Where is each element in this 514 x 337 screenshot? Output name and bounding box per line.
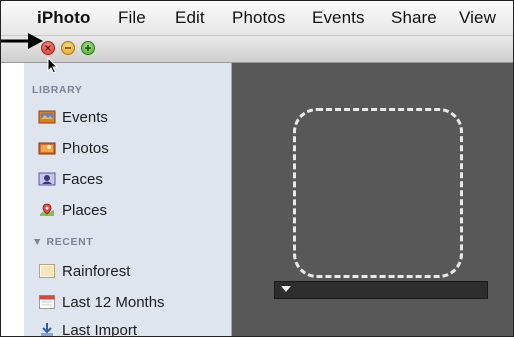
drop-zone-placeholder[interactable] xyxy=(293,108,463,278)
sidebar-item-label: Faces xyxy=(62,170,103,188)
sidebar-item-label: Rainforest xyxy=(62,262,131,280)
menu-events[interactable]: Events xyxy=(312,8,365,28)
events-icon xyxy=(38,109,56,125)
menu-app-iphoto[interactable]: iPhoto xyxy=(37,8,90,28)
source-list-sidebar: LIBRARY Events Photos Faces Places ▼ REC… xyxy=(24,63,232,337)
sidebar-item-rainforest[interactable]: Rainforest xyxy=(38,259,228,283)
minimize-icon xyxy=(65,47,71,49)
menu-view[interactable]: View xyxy=(459,8,496,28)
import-icon xyxy=(38,322,56,336)
sidebar-item-label: Places xyxy=(62,201,108,219)
album-icon xyxy=(38,263,56,279)
sidebar-item-events[interactable]: Events xyxy=(38,105,228,129)
screenshot-frame: iPhoto File Edit Photos Events Share Vie… xyxy=(0,0,514,337)
zoom-icon xyxy=(85,45,91,51)
sidebar-item-label: Last Import xyxy=(62,321,138,337)
faces-icon xyxy=(38,171,56,187)
skim-scrubber-bar[interactable] xyxy=(274,281,488,299)
menu-file[interactable]: File xyxy=(118,8,146,28)
sidebar-item-last-12-months[interactable]: Last 12 Months xyxy=(38,290,228,314)
recent-section-header[interactable]: ▼ RECENT xyxy=(32,236,93,248)
calendar-icon xyxy=(38,294,56,310)
sidebar-item-photos[interactable]: Photos xyxy=(38,136,228,160)
minimize-window-button[interactable] xyxy=(61,41,75,55)
sidebar-item-places[interactable]: Places xyxy=(38,198,228,222)
sidebar-item-last-import[interactable]: Last Import xyxy=(38,318,228,337)
menu-share[interactable]: Share xyxy=(391,8,437,28)
annotation-arrow-icon xyxy=(1,33,43,49)
zoom-window-button[interactable] xyxy=(81,41,95,55)
sidebar-item-label: Events xyxy=(62,108,108,126)
library-section-header: LIBRARY xyxy=(32,84,83,96)
window-titlebar xyxy=(1,36,513,63)
sidebar-item-label: Last 12 Months xyxy=(62,293,165,311)
photo-browser-area xyxy=(232,63,513,336)
sidebar-item-label: Photos xyxy=(62,139,109,157)
mouse-pointer-icon xyxy=(47,57,59,74)
sidebar-item-faces[interactable]: Faces xyxy=(38,167,228,191)
menu-bar: iPhoto File Edit Photos Events Share Vie… xyxy=(1,1,513,36)
menu-edit[interactable]: Edit xyxy=(175,8,205,28)
places-icon xyxy=(38,202,56,218)
menu-photos[interactable]: Photos xyxy=(232,8,286,28)
scrubber-knob-icon[interactable] xyxy=(281,286,291,292)
photos-icon xyxy=(38,140,56,156)
